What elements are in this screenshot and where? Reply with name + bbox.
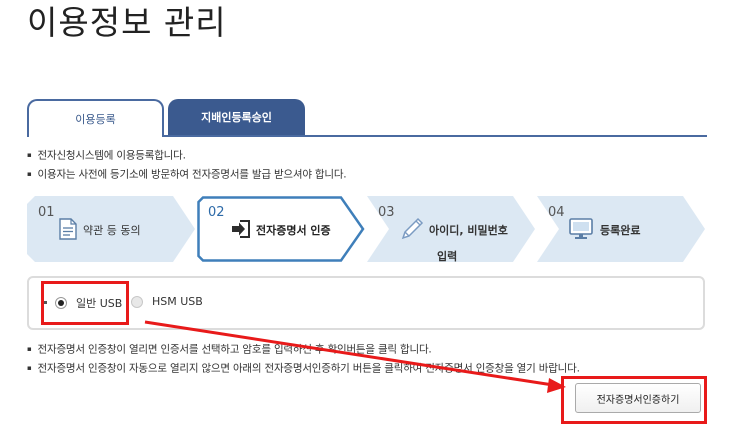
step-number: 04 — [548, 205, 565, 220]
guide-note: 전자증명서 인증창이 열리면 인증서를 선택하고 암호를 입력하신 후 확인버튼… — [27, 340, 580, 359]
step-label: 전자증명서 인증 — [256, 224, 331, 237]
step-label: 등록완료 — [600, 224, 641, 237]
hsm-usb-radio[interactable] — [131, 295, 143, 308]
step-3: 03 아이디, 비밀번호 입력 — [367, 196, 539, 263]
guide-notes: 전자증명서 인증창이 열리면 인증서를 선택하고 암호를 입력하신 후 확인버튼… — [27, 340, 580, 378]
step-label: 약관 등 동의 — [83, 224, 141, 237]
tab-manager-approval[interactable]: 지배인등록승인 — [168, 99, 305, 135]
option-hsm-usb[interactable]: HSM USB — [131, 295, 203, 308]
step-label: 아이디, 비밀번호 — [429, 224, 508, 237]
usb-type-selector: 일반 USB HSM USB — [27, 276, 705, 330]
intro-note: 이용자는 사전에 등기소에 방문하여 전자증명서를 발급 받으셔야 합니다. — [27, 165, 347, 184]
general-usb-radio[interactable] — [55, 297, 67, 309]
tab-bar: 이용등록 지배인등록승인 — [27, 99, 707, 137]
hsm-usb-label: HSM USB — [152, 295, 203, 308]
bullet-dot — [44, 301, 47, 304]
step-progress: 01 약관 등 동의 02 전자증명서 인증 03 아이디, 비밀번호 입력 0… — [27, 196, 707, 264]
page-title: 이용정보 관리 — [27, 3, 227, 42]
option-general-usb[interactable]: 일반 USB — [55, 295, 122, 311]
guide-note: 전자증명서 인증창이 자동으로 열리지 않으면 아래의 전자증명서인증하기 버튼… — [27, 359, 580, 378]
step-number: 02 — [208, 205, 225, 220]
step-label-line2: 입력 — [437, 250, 458, 263]
intro-note: 전자신청시스템에 이용등록합니다. — [27, 146, 346, 165]
step-number: 01 — [38, 205, 55, 220]
step-4: 04 등록완료 — [537, 196, 709, 262]
intro-notes: 전자신청시스템에 이용등록합니다. 이용자는 사전에 등기소에 방문하여 전자증… — [27, 146, 347, 184]
step-1: 01 약관 등 동의 — [27, 196, 199, 262]
step-2: 02 전자증명서 인증 — [197, 196, 369, 262]
certify-button[interactable]: 전자증명서인증하기 — [575, 383, 701, 413]
general-usb-label: 일반 USB — [76, 297, 123, 310]
step-number: 03 — [378, 205, 395, 220]
tab-user-registration[interactable]: 이용등록 — [27, 99, 164, 137]
